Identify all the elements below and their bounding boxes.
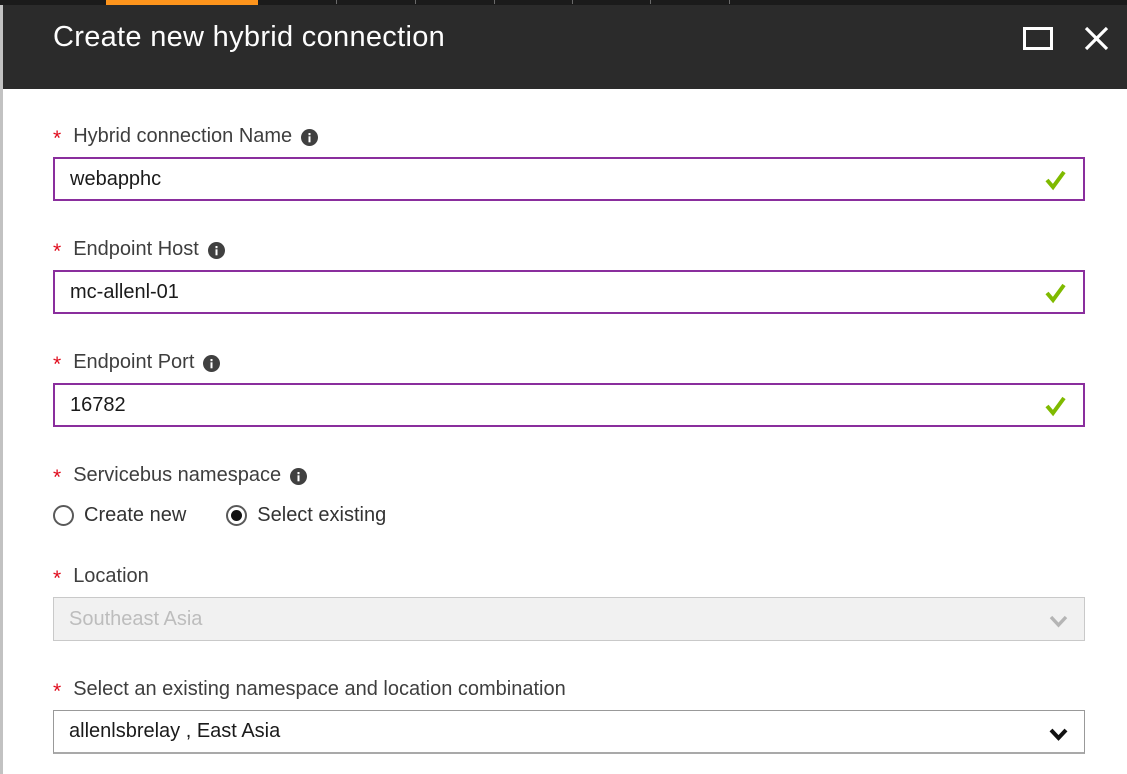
field-label: * Hybrid connection Name bbox=[53, 124, 1085, 148]
field-label-text: Endpoint Host bbox=[73, 237, 199, 261]
namespace-location-select[interactable]: allenlsbrelay , East Asia bbox=[53, 710, 1085, 754]
radio-label: Select existing bbox=[257, 504, 386, 527]
field-label-text: Endpoint Port bbox=[73, 350, 194, 374]
field-label: * Location bbox=[53, 564, 1085, 588]
info-icon[interactable] bbox=[290, 468, 307, 485]
field-endpoint-port: * Endpoint Port bbox=[53, 350, 1085, 427]
create-hybrid-connection-form: * Hybrid connection Name * Endpoint H bbox=[0, 89, 1127, 774]
radio-circle bbox=[53, 505, 74, 526]
tab-divider bbox=[572, 0, 573, 4]
field-label: * Servicebus namespace bbox=[53, 463, 1085, 487]
close-icon[interactable] bbox=[1083, 25, 1110, 52]
hybrid-connection-name-input[interactable] bbox=[53, 157, 1085, 201]
required-marker: * bbox=[53, 466, 61, 490]
namespace-location-select-value: allenlsbrelay , East Asia bbox=[69, 720, 280, 743]
page-title: Create new hybrid connection bbox=[53, 21, 445, 54]
field-label: * Select an existing namespace and locat… bbox=[53, 677, 1085, 701]
location-select-value: Southeast Asia bbox=[69, 608, 202, 631]
tab-divider bbox=[650, 0, 651, 4]
endpoint-host-input[interactable] bbox=[53, 270, 1085, 314]
required-marker: * bbox=[53, 353, 61, 377]
tab-divider bbox=[336, 0, 337, 4]
info-icon[interactable] bbox=[203, 355, 220, 372]
radio-circle bbox=[226, 505, 247, 526]
chevron-down-icon bbox=[1047, 609, 1070, 638]
field-label-text: Location bbox=[73, 564, 149, 588]
tab-divider bbox=[729, 0, 730, 4]
field-label-text: Hybrid connection Name bbox=[73, 124, 292, 148]
location-select: Southeast Asia bbox=[53, 597, 1085, 641]
required-marker: * bbox=[53, 680, 61, 704]
active-tab-accent-bar bbox=[106, 0, 258, 5]
field-namespace-location-combination: * Select an existing namespace and locat… bbox=[53, 677, 1085, 754]
field-label: * Endpoint Port bbox=[53, 350, 1085, 374]
chevron-down-icon bbox=[1047, 722, 1070, 751]
blade-header: Create new hybrid connection bbox=[0, 5, 1127, 89]
required-marker: * bbox=[53, 567, 61, 591]
background-blade-edge bbox=[0, 5, 3, 774]
field-hybrid-connection-name: * Hybrid connection Name bbox=[53, 124, 1085, 201]
required-marker: * bbox=[53, 127, 61, 151]
maximize-icon[interactable] bbox=[1023, 27, 1053, 50]
background-tab-strip bbox=[0, 0, 1127, 5]
servicebus-namespace-radio-group: Create new Select existing bbox=[53, 501, 1085, 529]
field-label: * Endpoint Host bbox=[53, 237, 1085, 261]
field-servicebus-namespace: * Servicebus namespace Create new Select… bbox=[53, 463, 1085, 529]
field-endpoint-host: * Endpoint Host bbox=[53, 237, 1085, 314]
radio-label: Create new bbox=[84, 504, 186, 527]
info-icon[interactable] bbox=[301, 129, 318, 146]
info-icon[interactable] bbox=[208, 242, 225, 259]
field-label-text: Servicebus namespace bbox=[73, 463, 281, 487]
radio-create-new[interactable]: Create new bbox=[53, 504, 186, 527]
tab-divider bbox=[494, 0, 495, 4]
radio-select-existing[interactable]: Select existing bbox=[226, 504, 386, 527]
required-marker: * bbox=[53, 240, 61, 264]
tab-divider bbox=[415, 0, 416, 4]
endpoint-port-input[interactable] bbox=[53, 383, 1085, 427]
field-location: * Location Southeast Asia bbox=[53, 564, 1085, 641]
field-label-text: Select an existing namespace and locatio… bbox=[73, 677, 566, 701]
